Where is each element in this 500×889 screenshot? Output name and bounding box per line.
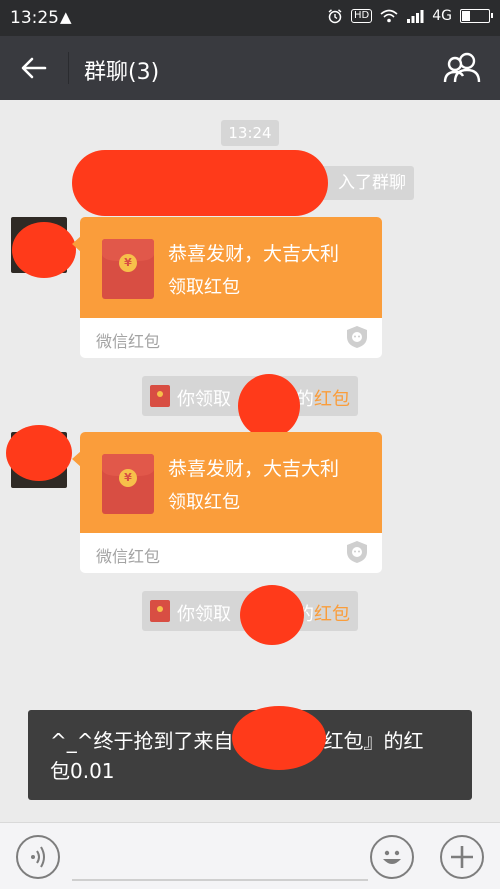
redaction-mark	[240, 585, 304, 645]
red-packet-footer: 微信红包	[96, 547, 161, 566]
alarm-icon	[328, 9, 342, 24]
emoji-icon	[383, 850, 401, 864]
redaction-mark	[12, 222, 76, 278]
hd-icon: HD	[351, 9, 373, 23]
signal-icon	[407, 10, 424, 23]
red-packet-greeting: 恭喜发财，大吉大利	[168, 243, 340, 265]
redaction-mark	[6, 425, 72, 481]
chat-timestamp: 13:24	[221, 120, 279, 146]
red-packet-small-icon	[150, 600, 170, 622]
red-packet-card[interactable]: ¥ 恭喜发财，大吉大利 领取红包 微信红包	[80, 217, 382, 358]
battery-icon	[460, 9, 493, 23]
voice-input-button[interactable]	[16, 835, 60, 879]
group-members-button[interactable]	[442, 48, 484, 88]
receipt-text: 你领取	[177, 389, 231, 410]
warning-icon: ▲	[60, 8, 72, 26]
header-divider	[68, 52, 69, 84]
input-bar	[0, 822, 500, 889]
back-arrow-icon	[21, 57, 47, 79]
message-input[interactable]	[72, 879, 368, 881]
back-button[interactable]	[14, 50, 54, 86]
plus-icon	[451, 846, 473, 868]
more-options-button[interactable]	[440, 835, 484, 879]
red-packet-greeting: 恭喜发财，大吉大利	[168, 458, 340, 480]
voice-icon	[31, 846, 45, 868]
red-packet-small-icon	[150, 385, 170, 407]
network-label: 4G	[432, 8, 452, 24]
red-packet-action: 领取红包	[168, 492, 240, 513]
wifi-icon	[380, 9, 398, 23]
clock: 13:25	[10, 8, 59, 28]
shield-icon	[347, 541, 367, 563]
redaction-mark	[238, 374, 300, 438]
status-bar: 13:25 ▲ HD 4G	[0, 0, 500, 36]
redaction-mark	[72, 150, 328, 216]
red-packet-footer: 微信红包	[96, 332, 161, 351]
red-packet-card[interactable]: ¥ 恭喜发财，大吉大利 领取红包 微信红包	[80, 432, 382, 573]
shield-icon	[347, 326, 367, 348]
receipt-text: 你领取	[177, 604, 231, 625]
red-envelope-icon: ¥	[102, 454, 154, 514]
redaction-mark	[232, 706, 326, 770]
chat-title: 群聊(3)	[84, 60, 160, 85]
emoji-button[interactable]	[370, 835, 414, 879]
group-members-icon	[443, 52, 481, 83]
red-packet-action: 领取红包	[168, 277, 240, 298]
chat-header: 群聊(3)	[0, 36, 500, 100]
status-icons: HD 4G	[327, 8, 493, 24]
receipt-link[interactable]: 的红包	[296, 385, 350, 411]
receipt-link[interactable]: 的红包	[296, 600, 350, 626]
red-envelope-icon: ¥	[102, 239, 154, 299]
